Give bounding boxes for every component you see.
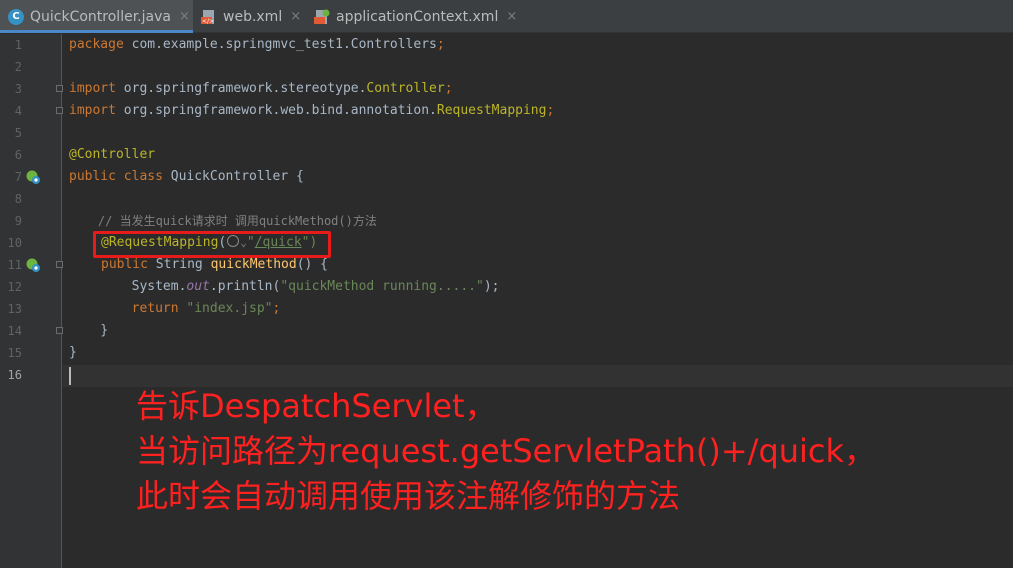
line-number-current: 16 [7, 368, 22, 382]
tab-quickcontroller-java[interactable]: C QuickController.java × [0, 0, 193, 33]
spring-request-mapping-gutter-icon[interactable] [26, 258, 41, 273]
spring-bean-gutter-icon[interactable] [26, 170, 41, 185]
fold-marker[interactable] [56, 327, 63, 334]
annotation-line-2: 当访问路径为request.getServletPath()+/quick， [136, 432, 877, 470]
line-number: 6 [14, 148, 22, 162]
line-number: 10 [7, 236, 22, 250]
code-line-9-comment: // 当发生quick请求时 调用quickMethod()方法 [69, 214, 377, 228]
fold-marker[interactable] [56, 85, 63, 92]
line-number: 14 [7, 324, 22, 338]
code-line-6: @Controller [69, 147, 156, 162]
code-line-15: } [69, 345, 77, 360]
annotation-line-3: 此时会自动调用使用该注解修饰的方法 [136, 477, 681, 515]
close-icon[interactable]: × [290, 9, 301, 24]
line-number: 2 [14, 60, 22, 74]
fold-marker[interactable] [56, 261, 63, 268]
current-line-highlight [63, 365, 1013, 387]
java-class-icon: C [8, 8, 24, 25]
code-line-7: public class QuickController { [69, 169, 304, 184]
code-line-1: package com.example.springmvc_test1.Cont… [69, 37, 445, 52]
line-number: 13 [7, 302, 22, 316]
tab-applicationcontext-xml[interactable]: applicationContext.xml × [308, 0, 518, 33]
line-number: 12 [7, 280, 22, 294]
red-highlight-box [93, 231, 331, 258]
line-number: 15 [7, 346, 22, 360]
text-caret [69, 367, 71, 385]
svg-text:</>: </> [202, 18, 214, 25]
tab-web-xml[interactable]: </> web.xml × [195, 0, 305, 33]
tab-label: web.xml [223, 8, 283, 25]
line-number: 4 [14, 104, 22, 118]
tab-label: QuickController.java [30, 8, 171, 25]
line-number: 1 [14, 38, 22, 52]
code-line-3: import org.springframework.stereotype.Co… [69, 81, 453, 96]
line-number: 5 [14, 126, 22, 140]
close-icon[interactable]: × [506, 9, 517, 24]
annotation-line-1: 告诉DespatchServlet， [136, 387, 497, 425]
editor-tab-bar: C QuickController.java × </> web.xml × a… [0, 0, 1013, 33]
close-icon[interactable]: × [179, 9, 190, 24]
line-number: 3 [14, 82, 22, 96]
line-number: 8 [14, 192, 22, 206]
code-line-13: return "index.jsp"; [69, 301, 281, 316]
line-number: 7 [14, 170, 22, 184]
code-line-14: } [69, 323, 109, 338]
line-number: 9 [14, 214, 22, 228]
tab-label: applicationContext.xml [336, 8, 499, 25]
line-number-gutter: 1 2 3 4 5 6 7 8 9 10 11 12 13 14 15 16 [0, 34, 63, 568]
fold-marker[interactable] [56, 107, 63, 114]
code-line-4: import org.springframework.web.bind.anno… [69, 103, 555, 118]
code-line-12: System.out.println("quickMethod running.… [69, 279, 500, 294]
xml-file-icon: </> [201, 9, 214, 25]
line-number: 11 [7, 258, 22, 272]
spring-xml-file-icon [314, 9, 330, 24]
